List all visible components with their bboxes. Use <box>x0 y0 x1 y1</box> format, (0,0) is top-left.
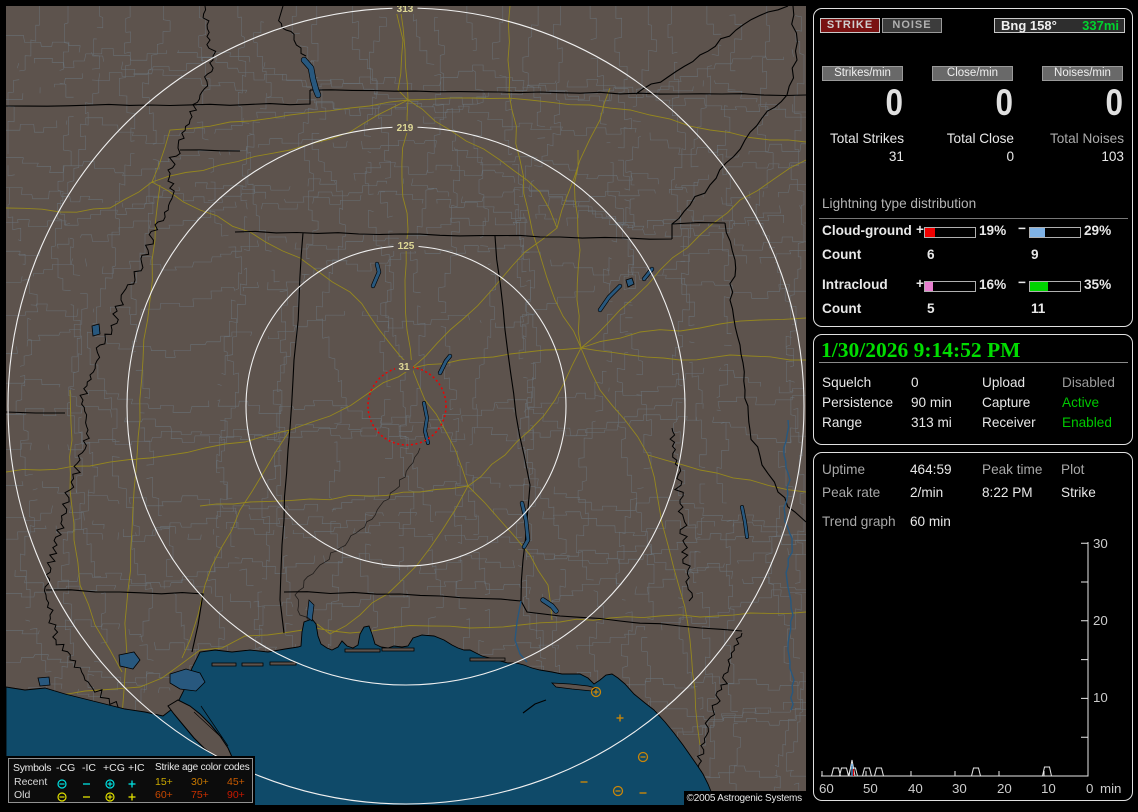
svg-text:313: 313 <box>397 6 414 15</box>
svg-text:125: 125 <box>398 241 415 252</box>
svg-text:20: 20 <box>1093 613 1108 628</box>
svg-text:31: 31 <box>398 362 410 373</box>
svg-text:40: 40 <box>908 781 923 796</box>
svg-text:0: 0 <box>1086 781 1093 796</box>
svg-text:30: 30 <box>1093 536 1108 551</box>
svg-text:60: 60 <box>819 781 834 796</box>
svg-text:min: min <box>1100 781 1121 796</box>
svg-text:10: 10 <box>1041 781 1056 796</box>
svg-text:10: 10 <box>1093 690 1108 705</box>
svg-text:50: 50 <box>863 781 878 796</box>
svg-text:30: 30 <box>952 781 967 796</box>
svg-text:219: 219 <box>397 123 414 134</box>
svg-text:20: 20 <box>997 781 1012 796</box>
